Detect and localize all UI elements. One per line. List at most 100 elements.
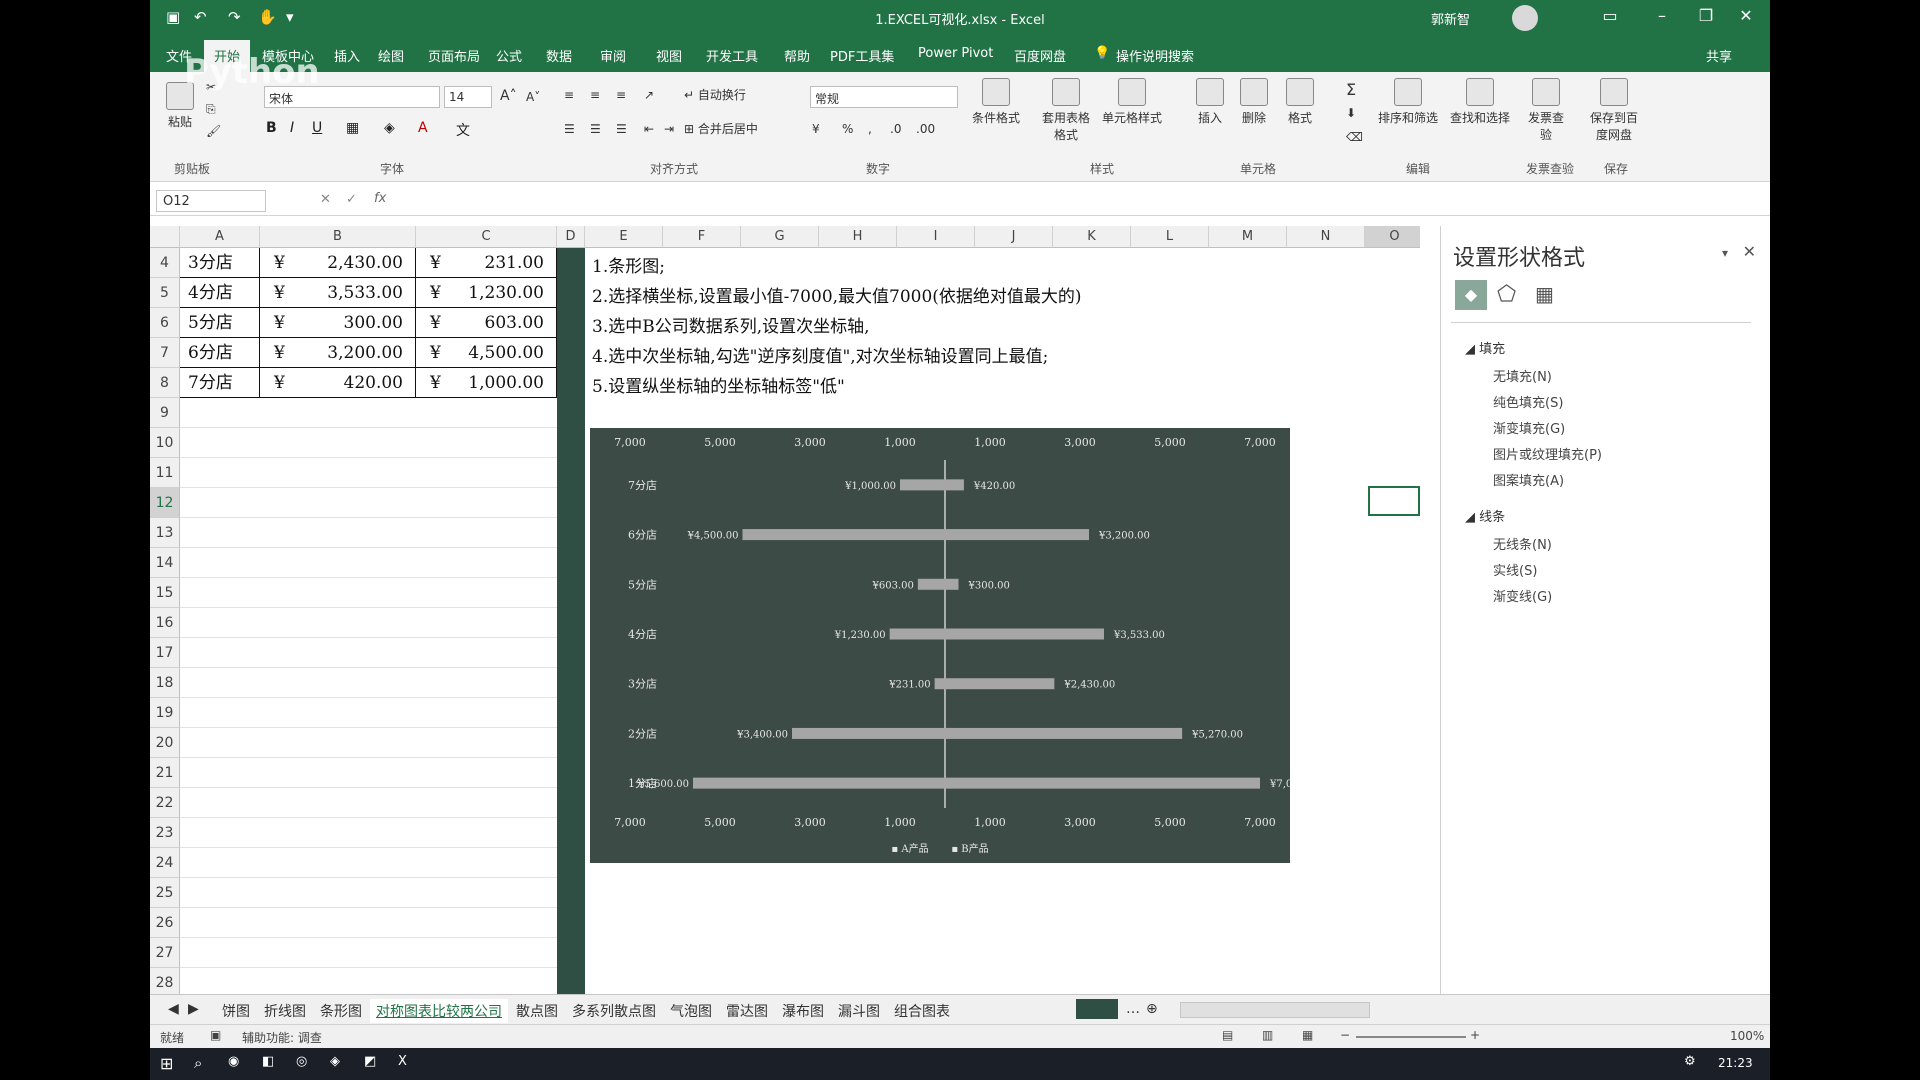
- cell-store[interactable]: 3分店: [180, 248, 260, 278]
- line-option[interactable]: 渐变线(G): [1493, 586, 1552, 605]
- row-header[interactable]: 19: [150, 698, 180, 728]
- col-header-g[interactable]: G: [741, 226, 819, 248]
- sheet-tab[interactable]: 瀑布图: [776, 999, 830, 1023]
- page-break-view-icon[interactable]: ▦: [1302, 1028, 1313, 1042]
- sheet-tab[interactable]: 气泡图: [664, 999, 718, 1023]
- align-left-icon[interactable]: ☰: [564, 122, 575, 136]
- tab-developer[interactable]: 开发工具: [706, 46, 758, 65]
- taskbar-app-icon[interactable]: ◎: [296, 1054, 307, 1069]
- border-icon[interactable]: ▦: [346, 120, 359, 136]
- tab-formulas[interactable]: 公式: [496, 46, 522, 65]
- cell-store[interactable]: 4分店: [180, 278, 260, 308]
- shrink-font-icon[interactable]: A˅: [526, 90, 540, 104]
- col-header-i[interactable]: I: [897, 226, 975, 248]
- row-header[interactable]: 20: [150, 728, 180, 758]
- fill-option[interactable]: 无填充(N): [1493, 366, 1552, 385]
- cell-amount-c[interactable]: ¥231.00: [416, 248, 557, 278]
- next-sheet-icon[interactable]: ▶: [182, 999, 205, 1019]
- row-header[interactable]: 16: [150, 608, 180, 638]
- col-header-m[interactable]: M: [1209, 226, 1287, 248]
- tab-page-layout[interactable]: 页面布局: [428, 46, 480, 65]
- zoom-in-icon[interactable]: +: [1470, 1028, 1480, 1042]
- sheet-tab[interactable]: 折线图: [258, 999, 312, 1023]
- taskbar-app-icon[interactable]: ◉: [228, 1054, 239, 1069]
- line-option[interactable]: 无线条(N): [1493, 534, 1552, 553]
- row-header[interactable]: 8: [150, 368, 180, 398]
- row-header[interactable]: 7: [150, 338, 180, 368]
- sort-filter-button[interactable]: 排序和筛选: [1378, 78, 1438, 126]
- col-header-a[interactable]: A: [180, 226, 260, 248]
- fill-option[interactable]: 图片或纹理填充(P): [1493, 444, 1602, 463]
- pane-options-icon[interactable]: ▾: [1722, 246, 1728, 260]
- col-header-b[interactable]: B: [260, 226, 416, 248]
- row-header[interactable]: 23: [150, 818, 180, 848]
- share-button[interactable]: 共享: [1706, 46, 1732, 65]
- italic-button[interactable]: I: [290, 120, 294, 136]
- format-cells-button[interactable]: 格式: [1286, 78, 1314, 126]
- autosum-icon[interactable]: Σ: [1346, 80, 1356, 99]
- cell-amount-c[interactable]: ¥1,000.00: [416, 368, 557, 398]
- cell-store[interactable]: 6分店: [180, 338, 260, 368]
- taskbar-app-icon[interactable]: ◧: [262, 1054, 274, 1069]
- align-bottom-icon[interactable]: ≡: [616, 88, 626, 102]
- cell-amount-c[interactable]: ¥4,500.00: [416, 338, 557, 368]
- align-top-icon[interactable]: ≡: [564, 88, 574, 102]
- cell-amount-b[interactable]: ¥300.00: [260, 308, 416, 338]
- font-size-select[interactable]: 14: [444, 86, 492, 108]
- fill-line-icon[interactable]: ◆: [1455, 280, 1487, 310]
- fill-option[interactable]: 纯色填充(S): [1493, 392, 1563, 411]
- selected-cell-o12[interactable]: [1368, 486, 1420, 516]
- ribbon-display-icon[interactable]: ▭: [1590, 6, 1630, 25]
- col-header-f[interactable]: F: [663, 226, 741, 248]
- zoom-out-icon[interactable]: −: [1340, 1028, 1350, 1042]
- fill-option[interactable]: 图案填充(A): [1493, 470, 1564, 489]
- tab-baidu-netdisk[interactable]: 百度网盘: [1014, 46, 1066, 65]
- sheet-tab[interactable]: 漏斗图: [832, 999, 886, 1023]
- sheet-tab[interactable]: 对称图表比较两公司: [370, 999, 508, 1023]
- underline-button[interactable]: U: [312, 120, 322, 136]
- zoom-level[interactable]: 100%: [1730, 1029, 1764, 1043]
- row-header[interactable]: 18: [150, 668, 180, 698]
- fill-section-header[interactable]: ◢ 填充: [1465, 338, 1505, 357]
- increase-decimal-icon[interactable]: .0: [890, 122, 901, 136]
- col-header-k[interactable]: K: [1053, 226, 1131, 248]
- col-header-j[interactable]: J: [975, 226, 1053, 248]
- select-all-corner[interactable]: [150, 226, 180, 248]
- enter-icon[interactable]: ✓: [346, 192, 357, 207]
- restore-button[interactable]: ❐: [1686, 6, 1726, 25]
- row-header[interactable]: 17: [150, 638, 180, 668]
- sheet-tab[interactable]: 组合图表: [888, 999, 956, 1023]
- line-option[interactable]: 实线(S): [1493, 560, 1537, 579]
- cell-store[interactable]: 5分店: [180, 308, 260, 338]
- row-header[interactable]: 26: [150, 908, 180, 938]
- page-layout-view-icon[interactable]: ▥: [1262, 1028, 1273, 1042]
- tab-power-pivot[interactable]: Power Pivot: [918, 46, 993, 61]
- col-header-e[interactable]: E: [585, 226, 663, 248]
- hidden-sheet-tab[interactable]: [1076, 999, 1118, 1019]
- add-sheet-icon[interactable]: ⊕: [1140, 999, 1164, 1019]
- row-header[interactable]: 12: [150, 488, 180, 518]
- tell-me-search[interactable]: 操作说明搜索: [1116, 46, 1194, 65]
- col-header-o[interactable]: O: [1365, 226, 1420, 248]
- row-header[interactable]: 6: [150, 308, 180, 338]
- normal-view-icon[interactable]: ▤: [1222, 1028, 1233, 1042]
- row-header[interactable]: 27: [150, 938, 180, 968]
- row-header[interactable]: 15: [150, 578, 180, 608]
- row-header[interactable]: 28: [150, 968, 180, 994]
- row-header[interactable]: 21: [150, 758, 180, 788]
- row-header[interactable]: 10: [150, 428, 180, 458]
- row-header[interactable]: 11: [150, 458, 180, 488]
- align-right-icon[interactable]: ☰: [616, 122, 627, 136]
- decrease-decimal-icon[interactable]: .00: [916, 122, 935, 136]
- taskbar-app-icon[interactable]: ◈: [330, 1054, 340, 1069]
- cell-amount-b[interactable]: ¥3,533.00: [260, 278, 416, 308]
- close-button[interactable]: ✕: [1726, 6, 1766, 25]
- grow-font-icon[interactable]: A˄: [500, 88, 517, 104]
- formula-input[interactable]: [406, 190, 1750, 212]
- merge-center-button[interactable]: ⊞ 合并后居中: [684, 120, 758, 137]
- row-header[interactable]: 22: [150, 788, 180, 818]
- increase-indent-icon[interactable]: ⇥: [664, 122, 674, 136]
- row-header[interactable]: 13: [150, 518, 180, 548]
- cell-amount-b[interactable]: ¥3,200.00: [260, 338, 416, 368]
- percent-icon[interactable]: %: [842, 122, 853, 136]
